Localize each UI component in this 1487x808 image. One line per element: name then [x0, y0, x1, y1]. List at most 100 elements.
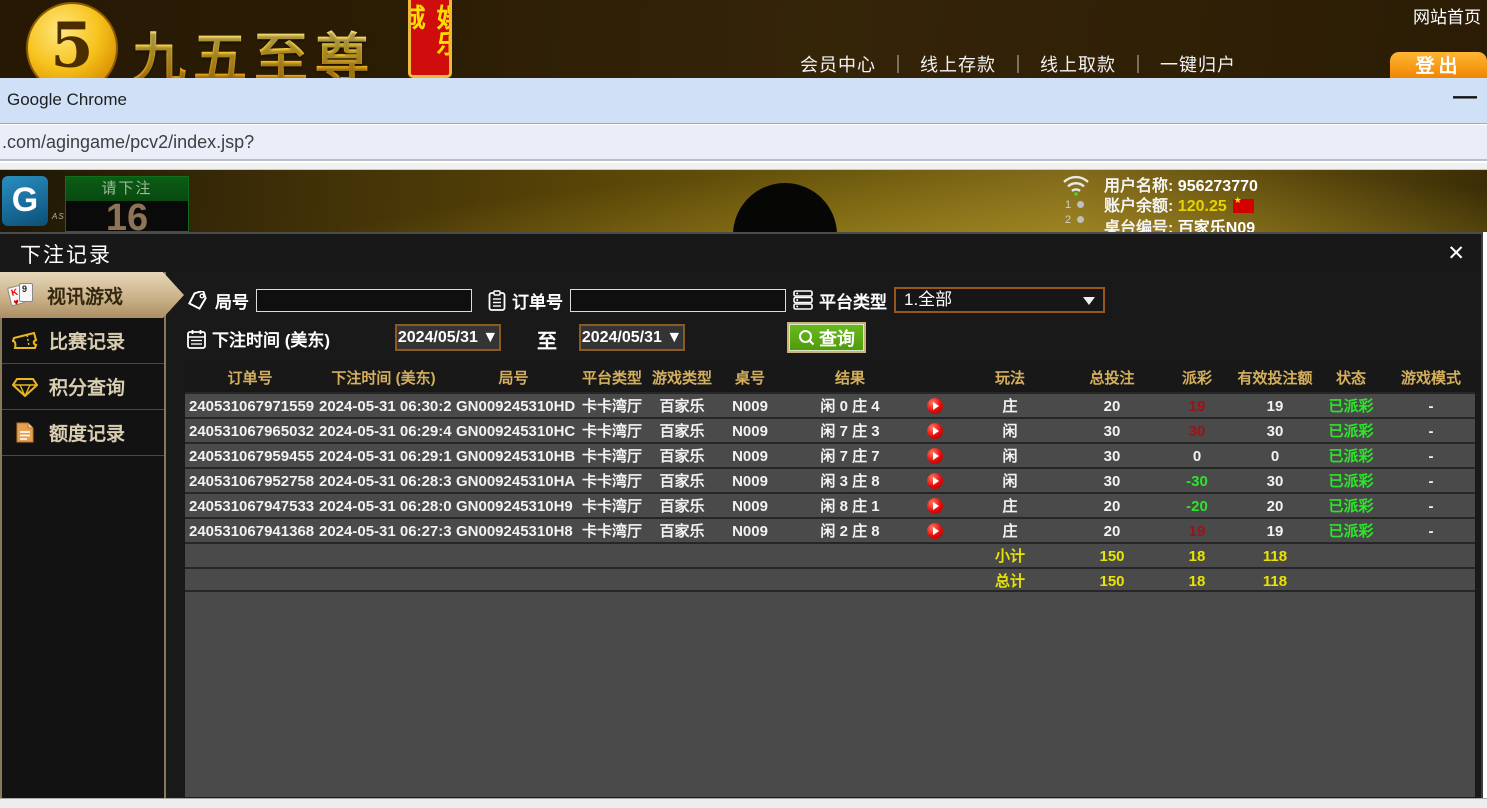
document-icon: [10, 422, 40, 443]
china-flag-icon: [1233, 199, 1254, 213]
modal-sidebar: K♥9 视讯游戏 比赛记录: [0, 272, 166, 798]
sidebar-item-quota-records[interactable]: 额度记录: [2, 410, 164, 456]
clipboard-icon: [488, 290, 506, 311]
nav-member-center[interactable]: 会员中心: [800, 51, 876, 77]
cell-game: 百家乐: [649, 444, 715, 467]
sidebar-item-video-games[interactable]: K♥9 视讯游戏: [0, 272, 184, 318]
cell-order: 240531067947533: [185, 494, 315, 517]
url-bar[interactable]: .com/agingame/pcv2/index.jsp?: [0, 125, 1487, 161]
main-nav: 会员中心｜线上存款｜线上取款｜一键归户: [800, 51, 1236, 77]
table-row: 2405310679475332024-05-31 06:28:04GN0092…: [185, 492, 1475, 517]
platform-type-select[interactable]: 1.全部: [894, 287, 1105, 313]
user-info-panel: 1 2 用户名称: 956273770 账户余额: 120.25 桌台编号: 百…: [1269, 170, 1487, 232]
cell-result: 闲 3 庄 8: [785, 469, 915, 492]
date-from-select[interactable]: 2024/05/31 ▼: [395, 324, 501, 351]
cell-round: GN009245310HD: [452, 394, 575, 417]
cell-game: 百家乐: [649, 419, 715, 442]
subtotal-cell-round: [452, 544, 575, 567]
column-header: 局号: [452, 365, 575, 392]
column-header: 游戏类型: [649, 365, 715, 392]
subtotal-row: 小计15018118: [185, 542, 1475, 567]
subtotal-cell-mode: [1387, 544, 1475, 567]
sidebar-item-label: 积分查询: [49, 373, 125, 400]
bet-time-label: 下注时间 (美东): [212, 326, 330, 351]
sidebar-item-points-inquiry[interactable]: 积分查询: [2, 364, 164, 410]
total-cell-time: [315, 569, 452, 590]
nav-deposit[interactable]: 线上存款: [920, 51, 996, 77]
subtotal-cell-time: [315, 544, 452, 567]
table-row: 2405310679594552024-05-31 06:29:14GN0092…: [185, 442, 1475, 467]
order-number-input[interactable]: [570, 289, 786, 312]
total-cell-play: [915, 569, 955, 590]
nav-withdraw[interactable]: 线上取款: [1040, 51, 1116, 77]
calendar-icon: [187, 329, 206, 349]
cell-platform: 卡卡湾厅: [575, 444, 649, 467]
round-number-input[interactable]: [256, 289, 472, 312]
cell-status: 已派彩: [1315, 494, 1387, 517]
minimize-icon[interactable]: —: [1453, 86, 1477, 110]
table-row: 2405310679527582024-05-31 06:28:39GN0092…: [185, 467, 1475, 492]
cell-total_bet: 30: [1065, 469, 1159, 492]
total-cell-round: [452, 569, 575, 590]
close-icon[interactable]: ✕: [1447, 241, 1465, 266]
logout-button[interactable]: 登出: [1390, 52, 1487, 78]
column-header: 有效投注额: [1235, 365, 1315, 392]
total-cell-total_bet: 150: [1065, 569, 1159, 590]
bet-time-label-group: 下注时间 (美东): [187, 326, 330, 351]
column-header: 总投注: [1065, 365, 1159, 392]
play-video-icon[interactable]: [927, 448, 943, 464]
home-link[interactable]: 网站首页: [1413, 3, 1481, 28]
subtotal-cell-total_bet: 150: [1065, 544, 1159, 567]
cell-table: N009: [715, 444, 785, 467]
column-header: 平台类型: [575, 365, 649, 392]
play-video-icon[interactable]: [927, 423, 943, 439]
cell-status: 已派彩: [1315, 394, 1387, 417]
cell-payout: -20: [1159, 494, 1235, 517]
total-cell-platform: [575, 569, 649, 590]
search-button[interactable]: 查询: [787, 322, 866, 353]
cell-side: 庄: [955, 519, 1065, 542]
cell-round: GN009245310HB: [452, 444, 575, 467]
window-title: Google Chrome: [7, 90, 127, 110]
subtotal-cell-play: [915, 544, 955, 567]
list-icon: [793, 290, 813, 310]
sidebar-item-label: 比赛记录: [49, 327, 125, 354]
url-text: .com/agingame/pcv2/index.jsp?: [2, 132, 254, 153]
cell-result: 闲 2 庄 8: [785, 519, 915, 542]
site-logo-icon: 5: [26, 2, 118, 78]
cell-total_bet: 30: [1065, 444, 1159, 467]
play-video-icon[interactable]: [927, 398, 943, 414]
cell-valid_bet: 30: [1235, 469, 1315, 492]
cell-mode: -: [1387, 469, 1475, 492]
table-number-value: 百家乐N09: [1178, 220, 1255, 232]
play-video-icon[interactable]: [927, 498, 943, 514]
cell-round: GN009245310H9: [452, 494, 575, 517]
cell-mode: -: [1387, 519, 1475, 542]
play-video-icon[interactable]: [927, 523, 943, 539]
sidebar-item-match-records[interactable]: 比赛记录: [2, 318, 164, 364]
total-cell-result: [785, 569, 915, 590]
nav-one-key[interactable]: 一键归户: [1160, 51, 1236, 77]
bet-records-table: 订单号下注时间 (美东)局号平台类型游戏类型桌号结果玩法总投注派彩有效投注额状态…: [185, 365, 1475, 797]
modal-titlebar: 下注记录 ✕: [0, 234, 1481, 272]
cell-status: 已派彩: [1315, 444, 1387, 467]
cell-result: 闲 7 庄 3: [785, 419, 915, 442]
play-video-icon[interactable]: [927, 473, 943, 489]
total-cell-mode: [1387, 569, 1475, 590]
cell-time: 2024-05-31 06:29:14: [315, 444, 452, 467]
cell-side: 庄: [955, 494, 1065, 517]
cell-valid_bet: 19: [1235, 519, 1315, 542]
logo-banner: 娱乐城: [408, 0, 452, 78]
site-header: 5 九五至尊 娱乐城 网站首页 会员中心｜线上存款｜线上取款｜一键归户 登出: [0, 0, 1487, 78]
cell-payout: 0: [1159, 444, 1235, 467]
cell-platform: 卡卡湾厅: [575, 519, 649, 542]
bet-timer-value: 16: [66, 201, 188, 232]
table-number-row: 桌台编号: 百家乐N09: [1104, 214, 1255, 232]
filters-section: 局号: [166, 272, 1481, 365]
game-background-bar: G ASIA GAMING 请下注 16 1 2 用户名称: 956273770…: [0, 170, 1487, 232]
date-to-select[interactable]: 2024/05/31 ▼: [579, 324, 685, 351]
column-header: 桌号: [715, 365, 785, 392]
modal-content: 局号: [166, 272, 1481, 798]
total-cell-payout: 18: [1159, 569, 1235, 590]
platform-type-label: 平台类型: [819, 288, 887, 313]
